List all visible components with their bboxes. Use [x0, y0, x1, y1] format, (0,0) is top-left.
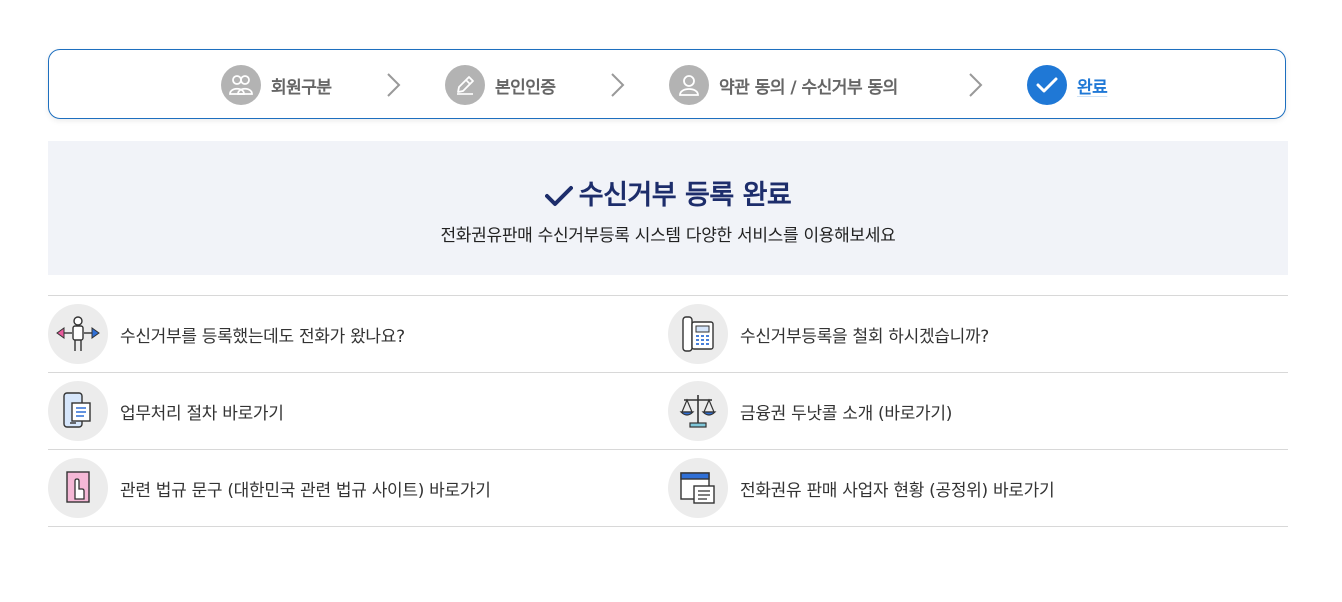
banner-subtitle: 전화권유판매 수신거부등록 시스템 다양한 서비스를 이용해보세요 — [440, 226, 896, 246]
step-label: 완료 — [1077, 77, 1108, 98]
completion-banner: 수신거부 등록 완료 전화권유판매 수신거부등록 시스템 다양한 서비스를 이용… — [48, 141, 1288, 275]
link-process-procedure[interactable]: 업무처리 절차 바로가기 — [48, 372, 668, 449]
link-financial-donotcall[interactable]: 금융권 두낫콜 소개 (바로가기) — [668, 372, 1288, 449]
link-label: 업무처리 절차 바로가기 — [120, 403, 284, 424]
person-arrows-icon — [48, 304, 108, 364]
check-icon — [1027, 65, 1067, 105]
link-still-receiving-calls[interactable]: 수신거부를 등록했는데도 전화가 왔나요? — [48, 295, 668, 372]
hand-pointer-icon — [48, 458, 108, 518]
link-label: 전화권유 판매 사업자 현황 (공정위) 바로가기 — [740, 480, 1055, 501]
link-related-laws[interactable]: 관련 법규 문구 (대한민국 관련 법규 사이트) 바로가기 — [48, 449, 668, 527]
banner-title-text: 수신거부 등록 완료 — [578, 180, 792, 211]
pencil-icon — [445, 65, 485, 105]
quick-links-right: 수신거부등록을 철회 하시겠습니까? 금융권 두낫콜 소개 (바로가기) 전화권… — [668, 295, 1288, 527]
step-label: 회원구분 — [271, 77, 332, 98]
chevron-right-icon — [969, 73, 983, 97]
mobile-document-icon — [48, 381, 108, 441]
chevron-right-icon — [611, 73, 625, 97]
link-label: 금융권 두낫콜 소개 (바로가기) — [740, 403, 953, 424]
user-icon — [669, 65, 709, 105]
step-label: 약관 동의 / 수신거부 동의 — [719, 77, 898, 98]
step-member-type: 회원구분 — [221, 65, 332, 105]
step-terms-agreement: 약관 동의 / 수신거부 동의 — [669, 65, 898, 105]
step-identity-verification: 본인인증 — [445, 65, 556, 105]
link-withdraw-registration[interactable]: 수신거부등록을 철회 하시겠습니까? — [668, 295, 1288, 372]
scale-icon — [668, 381, 728, 441]
window-list-icon — [668, 458, 728, 518]
step-label: 본인인증 — [495, 77, 556, 98]
link-label: 관련 법규 문구 (대한민국 관련 법규 사이트) 바로가기 — [120, 480, 491, 501]
telephone-icon — [668, 304, 728, 364]
link-label: 수신거부등록을 철회 하시겠습니까? — [740, 326, 990, 347]
link-telemarketing-business-status[interactable]: 전화권유 판매 사업자 현황 (공정위) 바로가기 — [668, 449, 1288, 527]
step-complete: 완료 — [1027, 65, 1108, 105]
step-progress-bar: 회원구분 본인인증 약관 동의 / 수신거부 동의 완료 — [48, 49, 1286, 119]
checkmark-icon — [544, 186, 573, 206]
users-icon — [221, 65, 261, 105]
chevron-right-icon — [387, 73, 401, 97]
quick-links-left: 수신거부를 등록했는데도 전화가 왔나요? 업무처리 절차 바로가기 관련 법규… — [48, 295, 668, 527]
banner-title: 수신거부 등록 완료 — [48, 173, 1288, 212]
link-label: 수신거부를 등록했는데도 전화가 왔나요? — [120, 326, 405, 347]
